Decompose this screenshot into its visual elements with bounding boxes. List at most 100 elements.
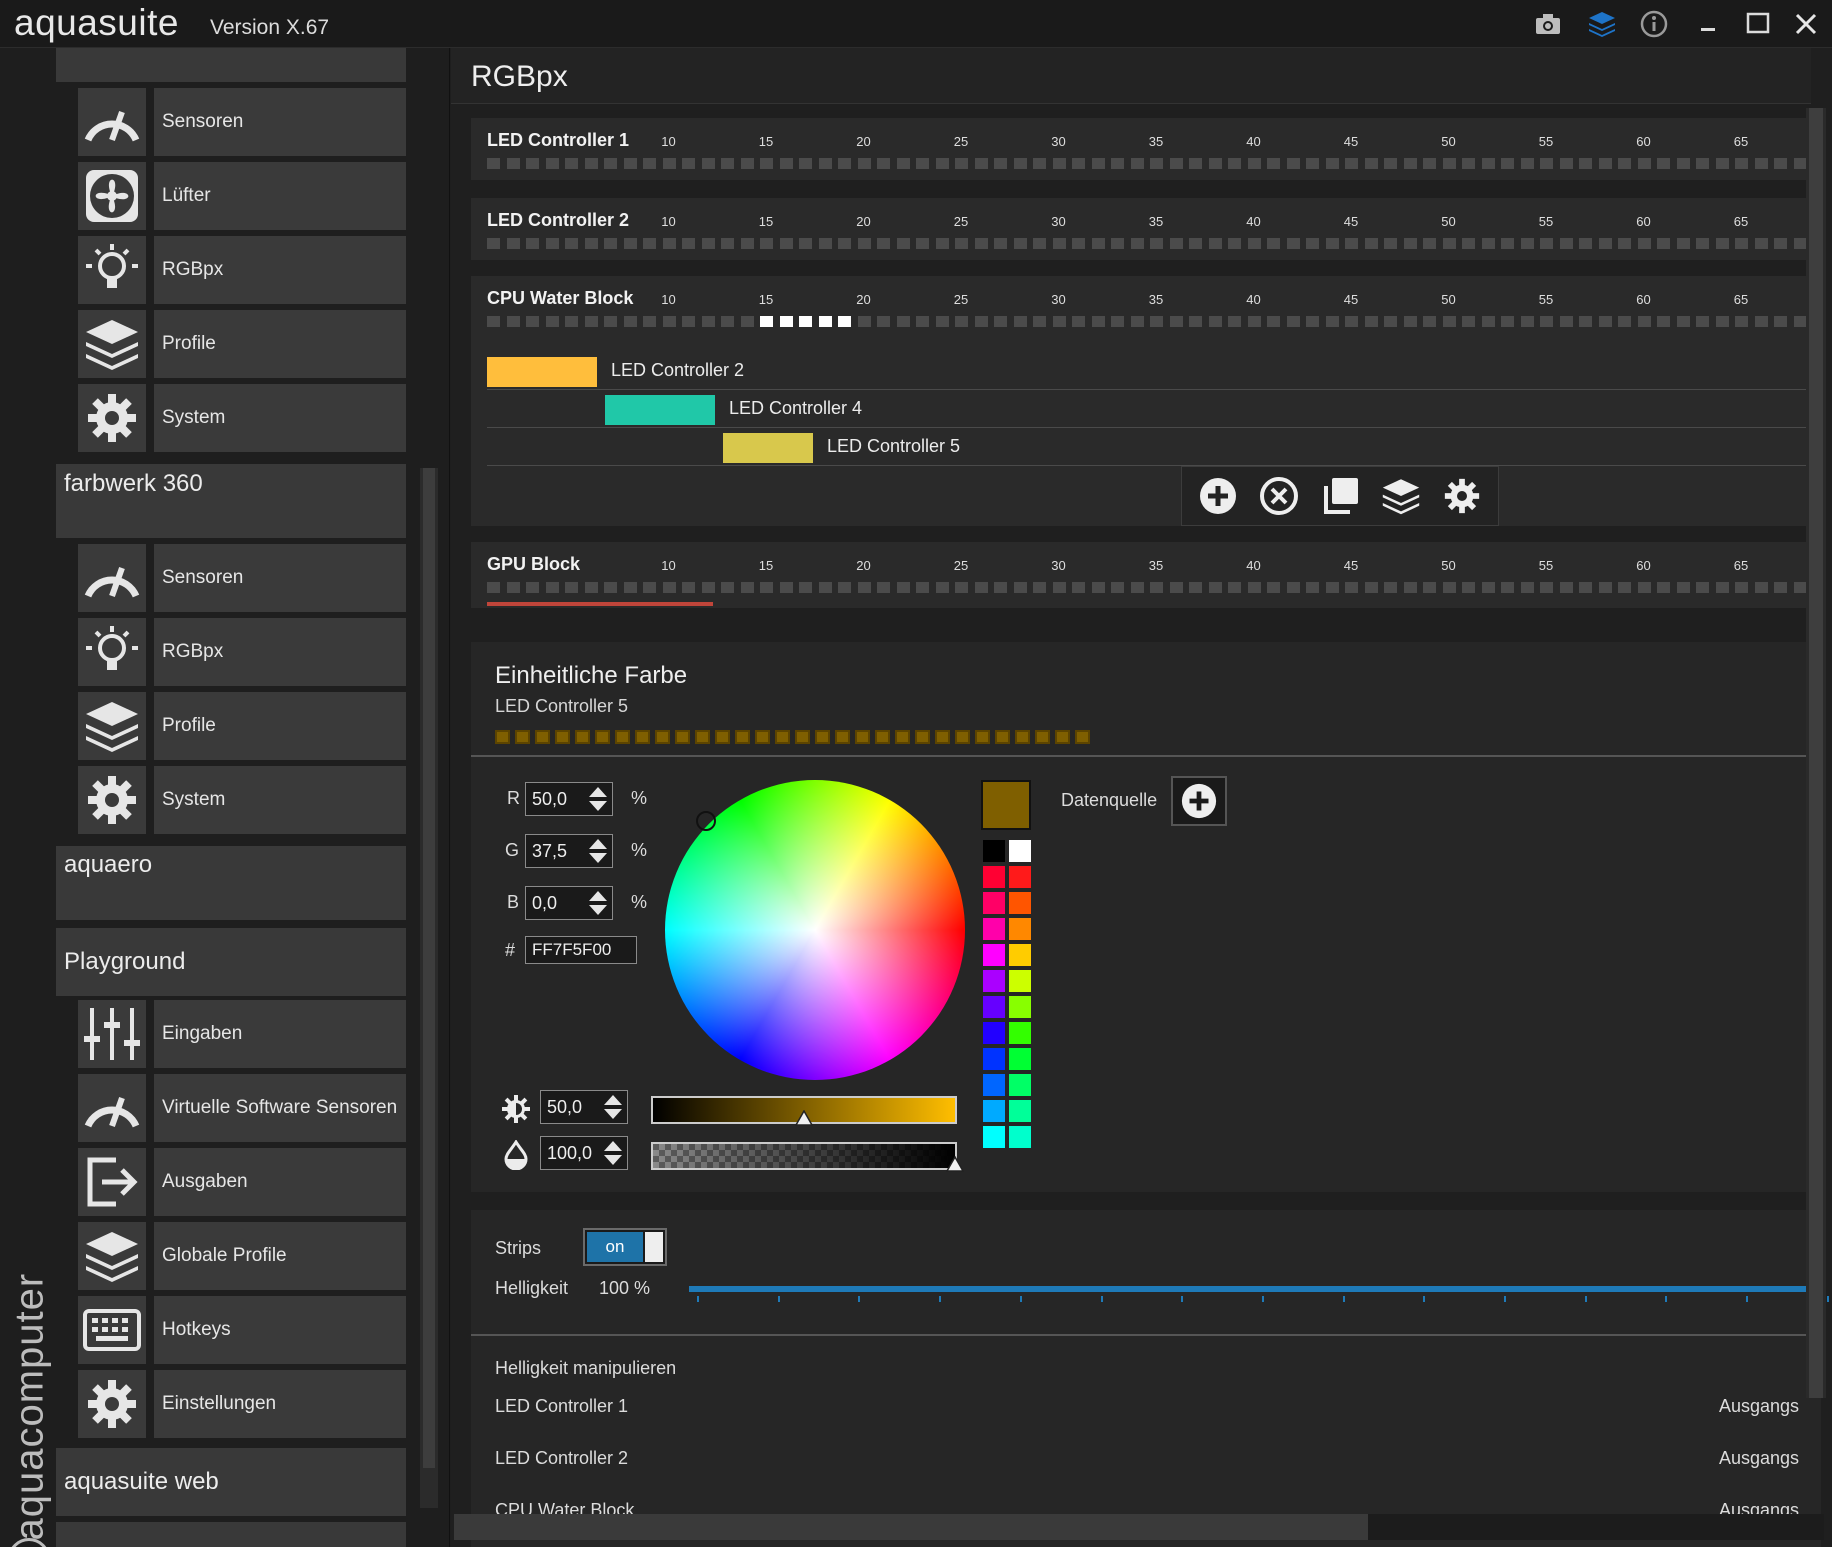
led[interactable] [1306, 316, 1319, 327]
led[interactable] [701, 238, 715, 249]
led[interactable] [1481, 238, 1495, 249]
led[interactable] [643, 158, 656, 169]
led[interactable] [838, 582, 851, 593]
led[interactable] [1111, 316, 1124, 327]
assignment-swatch[interactable] [487, 357, 597, 387]
led[interactable] [1676, 582, 1690, 593]
palette-swatch[interactable] [1009, 996, 1031, 1018]
led[interactable] [1481, 582, 1495, 593]
led[interactable] [1774, 316, 1787, 327]
led[interactable] [896, 158, 910, 169]
led[interactable] [1267, 316, 1280, 327]
led[interactable] [545, 582, 559, 593]
palette-swatch[interactable] [1009, 918, 1031, 940]
led[interactable] [1696, 316, 1709, 327]
led[interactable] [877, 582, 890, 593]
led-strip[interactable] [487, 158, 1817, 172]
led[interactable] [1072, 582, 1085, 593]
led[interactable] [994, 238, 1007, 249]
led[interactable] [1793, 582, 1807, 593]
led[interactable] [1130, 158, 1144, 169]
led[interactable] [1696, 158, 1709, 169]
led[interactable] [1111, 238, 1124, 249]
led[interactable] [877, 158, 890, 169]
led[interactable] [1462, 238, 1475, 249]
controller-panel-gpu[interactable]: GPU Block 10 15 20 25 30 35 40 45 50 55 60 65 [471, 542, 1821, 608]
led[interactable] [1637, 158, 1651, 169]
led[interactable] [1228, 158, 1241, 169]
led[interactable] [994, 582, 1007, 593]
led[interactable] [1754, 158, 1768, 169]
close-icon[interactable] [1790, 8, 1822, 40]
led[interactable] [584, 238, 598, 249]
led[interactable] [662, 582, 676, 593]
b-input[interactable]: 0,0 [525, 886, 613, 920]
led[interactable] [1579, 582, 1592, 593]
horizontal-scroll-thumb[interactable] [454, 1514, 1368, 1540]
led-strip[interactable] [487, 238, 1817, 252]
led[interactable] [818, 582, 832, 593]
led[interactable] [545, 238, 559, 249]
led[interactable] [799, 238, 812, 249]
led[interactable] [1618, 316, 1631, 327]
led[interactable] [1364, 238, 1378, 249]
led[interactable] [1247, 158, 1261, 169]
led[interactable] [1267, 158, 1280, 169]
led[interactable] [1345, 582, 1358, 593]
led[interactable] [526, 158, 539, 169]
led[interactable] [974, 582, 988, 593]
led[interactable] [1735, 158, 1748, 169]
led[interactable] [1696, 582, 1709, 593]
led[interactable] [1208, 238, 1222, 249]
led[interactable] [838, 316, 851, 327]
main-horizontal-scrollbar[interactable] [454, 1514, 1824, 1540]
opacity-slider[interactable] [651, 1142, 964, 1172]
led[interactable] [526, 316, 539, 327]
led[interactable] [1228, 316, 1241, 327]
led[interactable] [623, 316, 637, 327]
led[interactable] [935, 582, 949, 593]
led[interactable] [526, 582, 539, 593]
led[interactable] [1423, 158, 1436, 169]
spinner-icon[interactable] [603, 1140, 623, 1166]
led[interactable] [623, 582, 637, 593]
led[interactable] [857, 238, 871, 249]
led[interactable] [1130, 582, 1144, 593]
led[interactable] [1169, 238, 1183, 249]
led[interactable] [1676, 316, 1690, 327]
led[interactable] [1462, 158, 1475, 169]
palette-swatch[interactable] [1009, 1022, 1031, 1044]
led[interactable] [779, 316, 793, 327]
led[interactable] [1169, 316, 1183, 327]
led[interactable] [487, 582, 500, 593]
led[interactable] [1501, 582, 1514, 593]
sidebar-group-aquaero[interactable]: aquaero [56, 846, 406, 920]
color-wheel[interactable] [665, 780, 965, 1080]
led[interactable] [1754, 316, 1768, 327]
led[interactable] [1091, 582, 1105, 593]
led[interactable] [1481, 158, 1495, 169]
led[interactable] [1618, 238, 1631, 249]
led[interactable] [779, 582, 793, 593]
led[interactable] [1111, 582, 1124, 593]
led[interactable] [935, 316, 949, 327]
led[interactable] [1637, 238, 1651, 249]
led[interactable] [1091, 316, 1105, 327]
led[interactable] [877, 316, 890, 327]
led[interactable] [1364, 158, 1378, 169]
led[interactable] [1540, 582, 1553, 593]
led[interactable] [799, 582, 812, 593]
led[interactable] [1462, 316, 1475, 327]
led[interactable] [1033, 238, 1046, 249]
led[interactable] [1793, 158, 1807, 169]
led[interactable] [955, 158, 968, 169]
led[interactable] [760, 316, 773, 327]
led[interactable] [1189, 582, 1202, 593]
led[interactable] [1286, 158, 1300, 169]
led[interactable] [1598, 158, 1612, 169]
palette-swatch[interactable] [983, 1126, 1005, 1148]
led[interactable] [1442, 316, 1456, 327]
led[interactable] [1735, 316, 1748, 327]
led[interactable] [565, 316, 578, 327]
plus-circle-icon[interactable] [1195, 473, 1241, 519]
